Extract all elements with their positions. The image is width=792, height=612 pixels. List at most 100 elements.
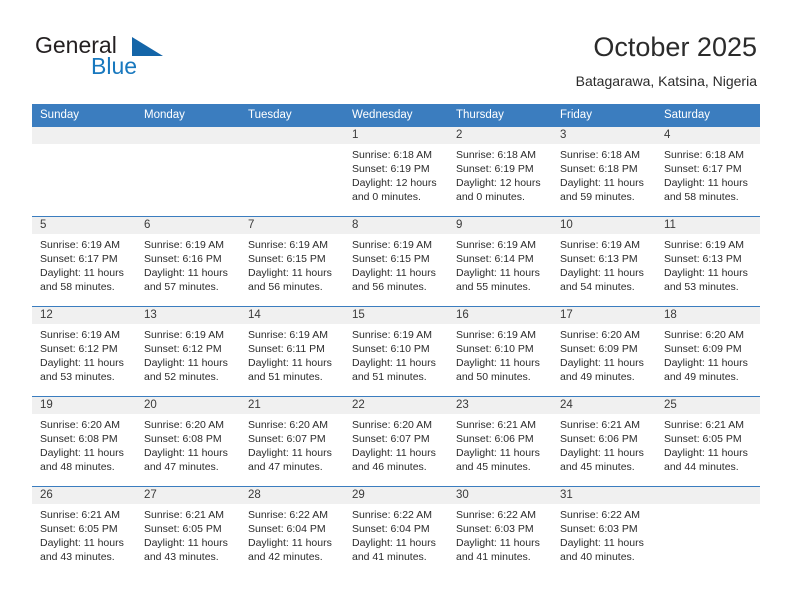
day-number: 11 [656,217,760,234]
sunrise-text: Sunrise: 6:19 AM [664,239,744,251]
calendar-day-cell[interactable]: 26 Sunrise: 6:21 AM Sunset: 6:05 PM Dayligh… [32,486,136,577]
calendar-cell-empty [136,126,240,217]
day-details: Sunrise: 6:19 AM Sunset: 6:14 PM Daylight:… [448,234,552,294]
daylight-text-line2: and 49 minutes. [664,371,739,383]
calendar-day-cell[interactable]: 4 Sunrise: 6:18 AM Sunset: 6:17 PM Daylight… [656,126,760,217]
calendar-day-cell[interactable]: 10 Sunrise: 6:19 AM Sunset: 6:13 PM Dayligh… [552,216,656,307]
day-details: Sunrise: 6:21 AM Sunset: 6:05 PM Daylight:… [656,414,760,474]
sunset-text: Sunset: 6:11 PM [248,343,325,355]
calendar-day-cell[interactable]: 22 Sunrise: 6:20 AM Sunset: 6:07 PM Dayligh… [344,396,448,487]
calendar-day-cell[interactable]: 2 Sunrise: 6:18 AM Sunset: 6:19 PM Daylight… [448,126,552,217]
day-number: 12 [32,307,136,324]
daylight-text-line1: Daylight: 11 hours [664,267,748,279]
calendar-day-cell[interactable]: 11 Sunrise: 6:19 AM Sunset: 6:13 PM Dayligh… [656,216,760,307]
daylight-text-line2: and 58 minutes. [664,191,739,203]
day-number: 25 [656,397,760,414]
sunset-text: Sunset: 6:07 PM [248,433,326,445]
calendar-day-cell[interactable]: 14 Sunrise: 6:19 AM Sunset: 6:11 PM Dayligh… [240,306,344,397]
calendar-day-cell[interactable]: 1 Sunrise: 6:18 AM Sunset: 6:19 PM Daylight… [344,126,448,217]
calendar-week-row: 19 Sunrise: 6:20 AM Sunset: 6:08 PM Dayligh… [32,396,760,487]
daylight-text-line2: and 43 minutes. [40,551,115,563]
day-number: 14 [240,307,344,324]
calendar-day-cell[interactable]: 6 Sunrise: 6:19 AM Sunset: 6:16 PM Daylight… [136,216,240,307]
calendar-day-cell[interactable]: 19 Sunrise: 6:20 AM Sunset: 6:08 PM Dayligh… [32,396,136,487]
sunset-text: Sunset: 6:15 PM [248,253,326,265]
calendar-day-cell[interactable]: 5 Sunrise: 6:19 AM Sunset: 6:17 PM Daylight… [32,216,136,307]
day-number: 7 [240,217,344,234]
calendar-day-cell[interactable]: 25 Sunrise: 6:21 AM Sunset: 6:05 PM Dayligh… [656,396,760,487]
sunrise-text: Sunrise: 6:21 AM [456,419,536,431]
calendar-day-cell[interactable]: 29 Sunrise: 6:22 AM Sunset: 6:04 PM Dayligh… [344,486,448,577]
sunrise-text: Sunrise: 6:22 AM [352,509,432,521]
calendar-day-cell[interactable]: 16 Sunrise: 6:19 AM Sunset: 6:10 PM Dayligh… [448,306,552,397]
sunset-text: Sunset: 6:12 PM [40,343,118,355]
calendar-cell-empty [240,126,344,217]
daylight-text-line2: and 45 minutes. [560,461,635,473]
calendar-day-cell[interactable]: 24 Sunrise: 6:21 AM Sunset: 6:06 PM Dayligh… [552,396,656,487]
day-details: Sunrise: 6:21 AM Sunset: 6:05 PM Daylight:… [136,504,240,564]
calendar-day-cell[interactable]: 20 Sunrise: 6:20 AM Sunset: 6:08 PM Dayligh… [136,396,240,487]
day-details: Sunrise: 6:21 AM Sunset: 6:06 PM Daylight:… [448,414,552,474]
daylight-text-line2: and 0 minutes. [352,191,421,203]
sunrise-text: Sunrise: 6:19 AM [40,239,120,251]
day-number [240,127,344,144]
sunrise-text: Sunrise: 6:18 AM [456,149,536,161]
day-details: Sunrise: 6:19 AM Sunset: 6:13 PM Daylight:… [552,234,656,294]
day-details: Sunrise: 6:19 AM Sunset: 6:15 PM Daylight:… [240,234,344,294]
daylight-text-line1: Daylight: 11 hours [456,447,540,459]
day-details: Sunrise: 6:18 AM Sunset: 6:18 PM Daylight:… [552,144,656,204]
daylight-text-line1: Daylight: 11 hours [144,357,228,369]
calendar-day-cell[interactable]: 31 Sunrise: 6:22 AM Sunset: 6:03 PM Dayligh… [552,486,656,577]
calendar-day-cell[interactable]: 15 Sunrise: 6:19 AM Sunset: 6:10 PM Dayligh… [344,306,448,397]
daylight-text-line1: Daylight: 12 hours [456,177,541,189]
calendar-day-cell[interactable]: 7 Sunrise: 6:19 AM Sunset: 6:15 PM Daylight… [240,216,344,307]
daylight-text-line2: and 43 minutes. [144,551,219,563]
day-number: 31 [552,487,656,504]
daylight-text-line1: Daylight: 11 hours [664,447,748,459]
calendar-week-row: 26 Sunrise: 6:21 AM Sunset: 6:05 PM Dayligh… [32,486,760,577]
calendar-day-cell[interactable]: 13 Sunrise: 6:19 AM Sunset: 6:12 PM Dayligh… [136,306,240,397]
day-number: 18 [656,307,760,324]
page-title: October 2025 [593,32,757,62]
daylight-text-line1: Daylight: 11 hours [144,267,228,279]
day-number: 26 [32,487,136,504]
calendar-day-cell[interactable]: 23 Sunrise: 6:21 AM Sunset: 6:06 PM Dayligh… [448,396,552,487]
daylight-text-line1: Daylight: 11 hours [560,357,644,369]
day-details: Sunrise: 6:20 AM Sunset: 6:07 PM Daylight:… [344,414,448,474]
day-details: Sunrise: 6:19 AM Sunset: 6:13 PM Daylight:… [656,234,760,294]
calendar-day-cell[interactable]: 17 Sunrise: 6:20 AM Sunset: 6:09 PM Dayligh… [552,306,656,397]
daylight-text-line1: Daylight: 11 hours [456,537,540,549]
calendar-day-cell[interactable]: 28 Sunrise: 6:22 AM Sunset: 6:04 PM Dayligh… [240,486,344,577]
day-details: Sunrise: 6:22 AM Sunset: 6:03 PM Daylight:… [552,504,656,564]
weekday-header-row: Sunday Monday Tuesday Wednesday Thursday… [32,104,760,127]
calendar-day-cell[interactable]: 3 Sunrise: 6:18 AM Sunset: 6:18 PM Daylight… [552,126,656,217]
calendar-week-row: 12 Sunrise: 6:19 AM Sunset: 6:12 PM Dayligh… [32,306,760,397]
sunset-text: Sunset: 6:05 PM [144,523,222,535]
daylight-text-line2: and 52 minutes. [144,371,219,383]
day-details: Sunrise: 6:20 AM Sunset: 6:08 PM Daylight:… [32,414,136,474]
calendar-day-cell[interactable]: 27 Sunrise: 6:21 AM Sunset: 6:05 PM Dayligh… [136,486,240,577]
sunrise-text: Sunrise: 6:20 AM [664,329,744,341]
daylight-text-line1: Daylight: 11 hours [456,357,540,369]
daylight-text-line1: Daylight: 11 hours [352,267,436,279]
day-number: 16 [448,307,552,324]
daylight-text-line1: Daylight: 12 hours [352,177,437,189]
day-number: 9 [448,217,552,234]
calendar-day-cell[interactable]: 21 Sunrise: 6:20 AM Sunset: 6:07 PM Dayligh… [240,396,344,487]
calendar-day-cell[interactable]: 12 Sunrise: 6:19 AM Sunset: 6:12 PM Dayligh… [32,306,136,397]
calendar-day-cell[interactable]: 8 Sunrise: 6:19 AM Sunset: 6:15 PM Daylight… [344,216,448,307]
day-number: 24 [552,397,656,414]
daylight-text-line1: Daylight: 11 hours [560,267,644,279]
calendar-day-cell[interactable]: 30 Sunrise: 6:22 AM Sunset: 6:03 PM Dayligh… [448,486,552,577]
day-details: Sunrise: 6:22 AM Sunset: 6:04 PM Daylight:… [344,504,448,564]
calendar-day-cell[interactable]: 9 Sunrise: 6:19 AM Sunset: 6:14 PM Daylight… [448,216,552,307]
day-number: 23 [448,397,552,414]
day-number: 19 [32,397,136,414]
calendar-day-cell[interactable]: 18 Sunrise: 6:20 AM Sunset: 6:09 PM Dayligh… [656,306,760,397]
daylight-text-line2: and 53 minutes. [40,371,115,383]
weekday-header-saturday: Saturday [656,104,760,127]
sunset-text: Sunset: 6:17 PM [664,163,742,175]
page-header: General Blue October 2025 Batagarawa, Ka… [0,0,792,100]
sunset-text: Sunset: 6:09 PM [560,343,638,355]
daylight-text-line2: and 53 minutes. [664,281,739,293]
